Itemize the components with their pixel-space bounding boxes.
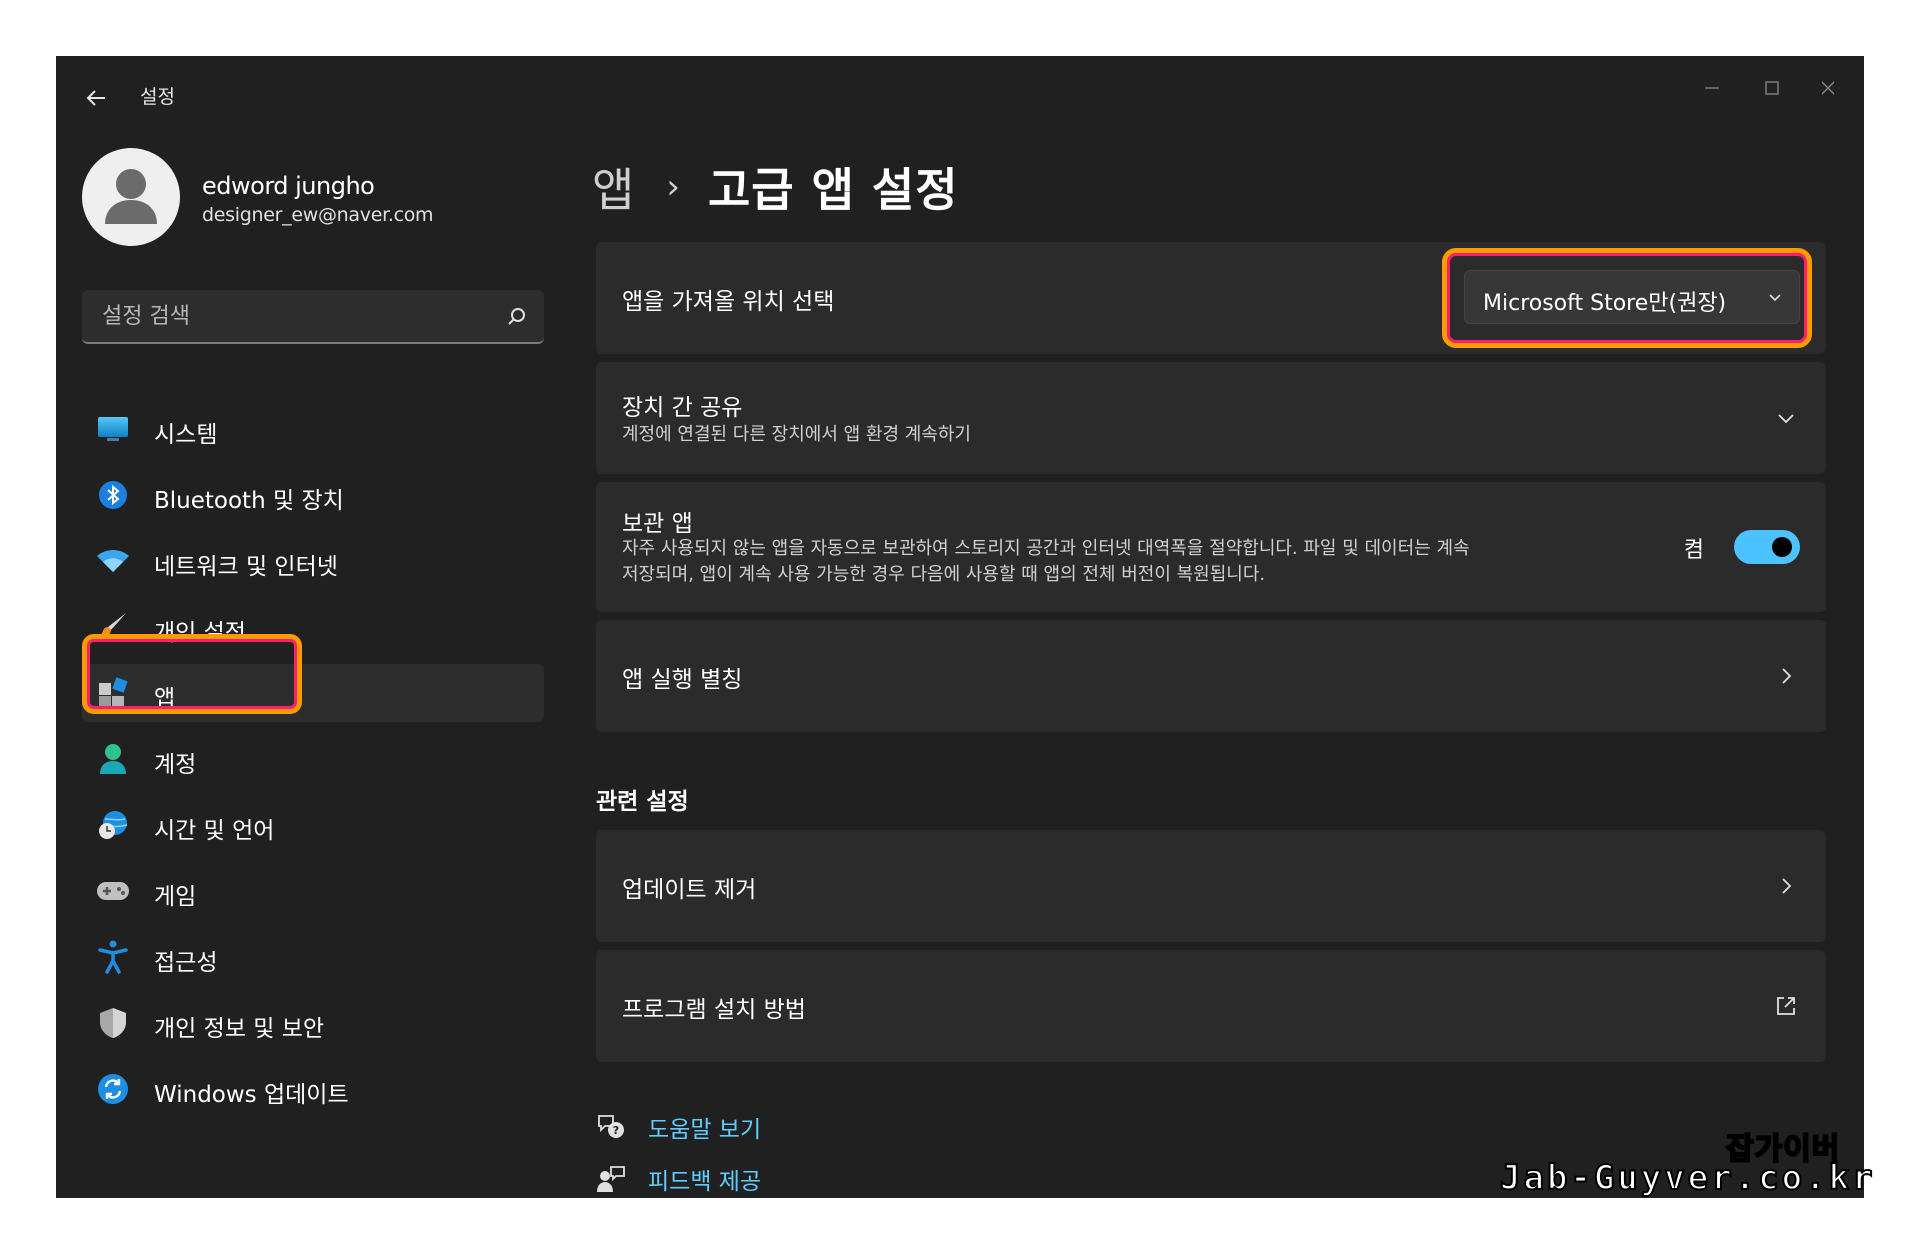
sidebar-item-label: Windows 업데이트 xyxy=(154,1082,349,1108)
setting-title: 장치 간 공유 xyxy=(622,395,743,421)
give-feedback-link[interactable]: 피드백 제공 xyxy=(596,1162,761,1196)
setting-title: 앱을 가져올 위치 선택 xyxy=(622,289,835,315)
sidebar-item-windows-update[interactable]: Windows 업데이트 xyxy=(82,1060,544,1118)
sidebar-item-accessibility[interactable]: 접근성 xyxy=(82,928,544,986)
setting-uninstall-updates[interactable]: 업데이트 제거 xyxy=(596,830,1826,942)
back-button[interactable] xyxy=(76,78,116,118)
back-arrow-icon xyxy=(86,90,105,106)
setting-title: 업데이트 제거 xyxy=(622,877,757,903)
bluetooth-icon xyxy=(96,478,130,512)
minimize-icon xyxy=(1705,87,1719,89)
help-chat-icon: ? xyxy=(598,1115,624,1138)
minimize-button[interactable] xyxy=(1686,70,1738,106)
dropdown-highlight-box xyxy=(1442,248,1812,348)
svg-text:?: ? xyxy=(613,1124,619,1137)
apps-highlight-box xyxy=(82,634,302,714)
wifi-icon xyxy=(96,544,130,578)
setting-share-across-devices[interactable]: 장치 간 공유 계정에 연결된 다른 장치에서 앱 환경 계속하기 xyxy=(596,362,1826,474)
user-name: edword jungho xyxy=(202,172,375,200)
chevron-right-icon xyxy=(1782,878,1792,894)
sidebar-item-label: 게임 xyxy=(154,884,197,910)
sidebar-item-bluetooth[interactable]: Bluetooth 및 장치 xyxy=(82,466,544,524)
title-bar: 설정 xyxy=(56,56,1864,128)
breadcrumb-separator: › xyxy=(666,167,680,207)
setting-title: 앱 실행 별칭 xyxy=(622,667,743,693)
give-feedback-text: 피드백 제공 xyxy=(648,1169,762,1195)
setting-program-install-method[interactable]: 프로그램 설치 방법 xyxy=(596,950,1826,1062)
setting-title: 프로그램 설치 방법 xyxy=(622,997,806,1023)
settings-window: 설정 edword jungho designer_ew@naver.com 시… xyxy=(56,56,1864,1198)
setting-archive-apps: 보관 앱 자주 사용되지 않는 앱을 자동으로 보관하여 스토리지 공간과 인터… xyxy=(596,482,1826,612)
sidebar-item-system[interactable]: 시스템 xyxy=(82,400,544,458)
search-input[interactable] xyxy=(82,290,544,342)
user-email: designer_ew@naver.com xyxy=(202,204,434,226)
sidebar-item-label: 시간 및 언어 xyxy=(154,818,275,844)
avatar[interactable] xyxy=(82,148,180,246)
window-title: 설정 xyxy=(140,86,175,108)
related-settings-heading: 관련 설정 xyxy=(596,789,689,815)
close-button[interactable] xyxy=(1802,70,1854,106)
sidebar-item-label: Bluetooth 및 장치 xyxy=(154,488,344,514)
external-link-icon xyxy=(1777,997,1795,1015)
sidebar-item-label: 계정 xyxy=(154,752,197,778)
get-help-link[interactable]: ? 도움말 보기 xyxy=(596,1110,761,1144)
sidebar-item-accounts[interactable]: 계정 xyxy=(82,730,544,788)
get-help-text: 도움말 보기 xyxy=(648,1117,762,1143)
watermark-domain: Jab-Guyver.co.kr xyxy=(1499,1157,1876,1199)
sidebar-item-time-language[interactable]: 시간 및 언어 xyxy=(82,796,544,854)
sidebar-nav: 시스템 Bluetooth 및 장치 네트워크 및 인터넷 개인 설정 앱 계정… xyxy=(82,400,544,1126)
accessibility-icon xyxy=(96,940,130,974)
close-icon xyxy=(1821,81,1835,95)
sidebar-item-label: 네트워크 및 인터넷 xyxy=(154,554,338,580)
setting-description-line1: 자주 사용되지 않는 앱을 자동으로 보관하여 스토리지 공간과 인터넷 대역폭… xyxy=(622,538,1470,559)
setting-description: 계정에 연결된 다른 장치에서 앱 환경 계속하기 xyxy=(622,424,971,445)
sidebar-item-label: 접근성 xyxy=(154,950,218,976)
breadcrumb-parent[interactable]: 앱 xyxy=(592,154,634,220)
settings-search xyxy=(82,290,544,344)
shield-icon xyxy=(96,1006,130,1040)
maximize-icon xyxy=(1765,81,1779,95)
toggle-state-label: 켬 xyxy=(1683,538,1704,563)
search-icon[interactable] xyxy=(506,306,528,328)
toggle-knob xyxy=(1772,537,1792,557)
page-title: 고급 앱 설정 xyxy=(707,163,959,217)
sidebar-item-label: 개인 정보 및 보안 xyxy=(154,1016,325,1042)
sidebar-item-privacy-security[interactable]: 개인 정보 및 보안 xyxy=(82,994,544,1052)
archive-apps-toggle[interactable] xyxy=(1734,530,1800,564)
sidebar-item-label: 시스템 xyxy=(154,422,218,448)
person-icon xyxy=(96,742,130,776)
feedback-icon xyxy=(597,1166,625,1192)
setting-title: 보관 앱 xyxy=(622,511,693,537)
gamepad-icon xyxy=(96,874,130,908)
chevron-right-icon xyxy=(1782,668,1792,684)
sidebar-item-gaming[interactable]: 게임 xyxy=(82,862,544,920)
sidebar-item-network[interactable]: 네트워크 및 인터넷 xyxy=(82,532,544,590)
chevron-down-icon[interactable] xyxy=(1774,406,1798,430)
update-icon xyxy=(96,1072,130,1106)
setting-app-execution-aliases[interactable]: 앱 실행 별칭 xyxy=(596,620,1826,732)
setting-description-line2: 저장되며, 앱이 계속 사용 가능한 경우 다음에 사용할 때 앱의 전체 버전… xyxy=(622,564,1266,585)
user-silhouette-icon xyxy=(105,169,157,224)
system-icon xyxy=(96,412,130,446)
maximize-button[interactable] xyxy=(1746,70,1798,106)
breadcrumb: 앱 › 고급 앱 설정 xyxy=(592,152,959,222)
globe-clock-icon xyxy=(96,808,130,842)
